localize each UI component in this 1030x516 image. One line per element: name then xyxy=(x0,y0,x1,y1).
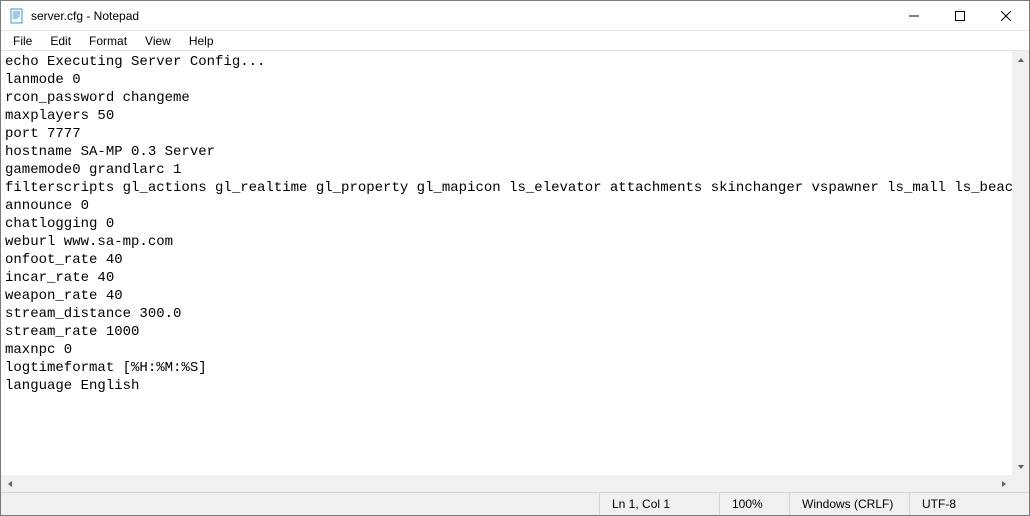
menu-file[interactable]: File xyxy=(5,33,40,49)
status-line-ending: Windows (CRLF) xyxy=(789,493,909,515)
editor-area: echo Executing Server Config... lanmode … xyxy=(1,51,1029,492)
statusbar: Ln 1, Col 1 100% Windows (CRLF) UTF-8 xyxy=(1,492,1029,515)
notepad-icon xyxy=(9,8,25,24)
menubar: File Edit Format View Help xyxy=(1,31,1029,51)
status-encoding: UTF-8 xyxy=(909,493,1029,515)
window-title: server.cfg - Notepad xyxy=(31,9,139,23)
scroll-down-icon[interactable] xyxy=(1012,458,1029,475)
horizontal-scrollbar[interactable] xyxy=(1,475,1012,492)
notepad-window: server.cfg - Notepad File Edit Format Vi… xyxy=(0,0,1030,516)
window-controls xyxy=(891,1,1029,30)
status-zoom: 100% xyxy=(719,493,789,515)
status-cursor-position: Ln 1, Col 1 xyxy=(599,493,719,515)
scroll-up-icon[interactable] xyxy=(1012,51,1029,68)
maximize-button[interactable] xyxy=(937,1,983,30)
scroll-h-track[interactable] xyxy=(18,475,995,492)
vertical-scrollbar[interactable] xyxy=(1012,51,1029,475)
minimize-button[interactable] xyxy=(891,1,937,30)
text-editor[interactable]: echo Executing Server Config... lanmode … xyxy=(1,51,1029,492)
scroll-right-icon[interactable] xyxy=(995,475,1012,492)
scroll-left-icon[interactable] xyxy=(1,475,18,492)
scroll-corner xyxy=(1012,475,1029,492)
menu-view[interactable]: View xyxy=(137,33,179,49)
menu-edit[interactable]: Edit xyxy=(42,33,79,49)
menu-help[interactable]: Help xyxy=(181,33,222,49)
scroll-v-track[interactable] xyxy=(1012,68,1029,458)
titlebar[interactable]: server.cfg - Notepad xyxy=(1,1,1029,31)
menu-format[interactable]: Format xyxy=(81,33,135,49)
close-button[interactable] xyxy=(983,1,1029,30)
